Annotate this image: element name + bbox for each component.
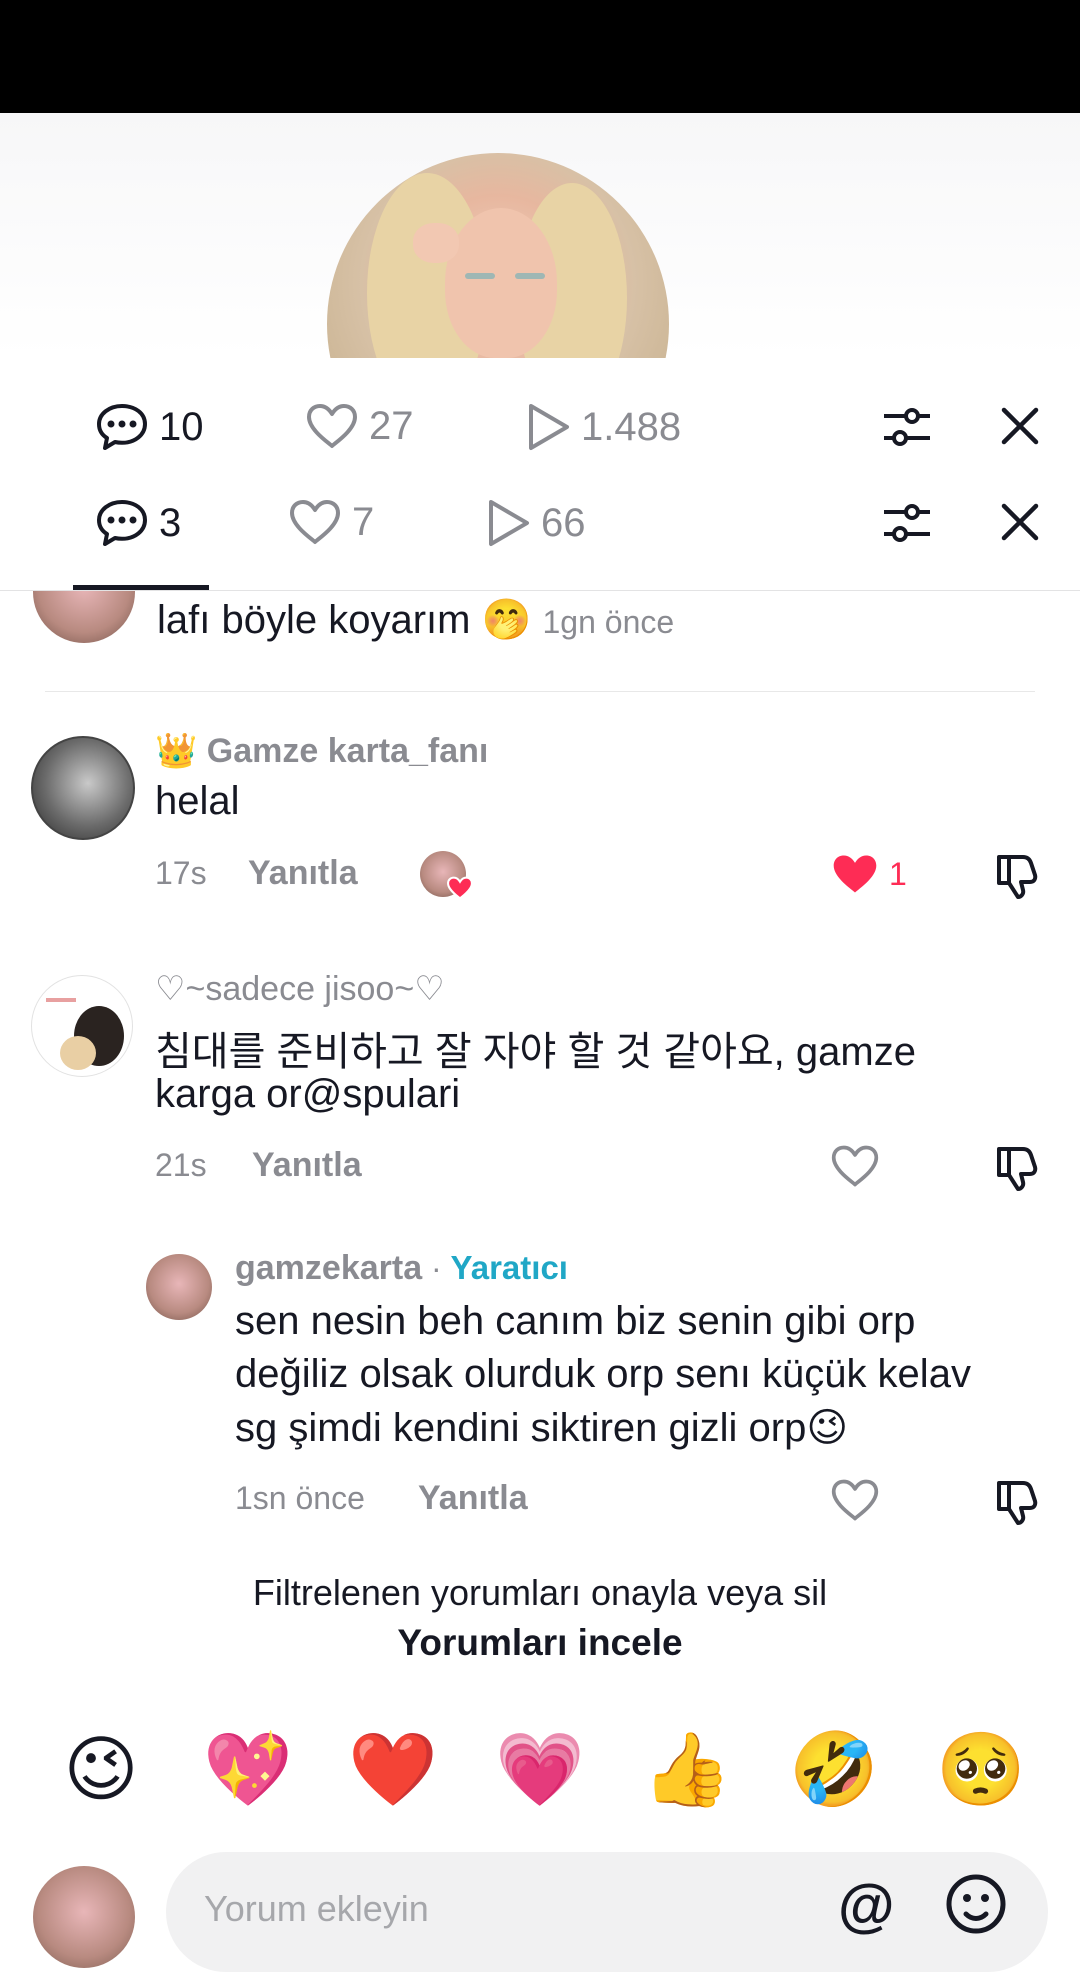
comment-icon [97, 404, 147, 450]
face-shape [445, 208, 557, 358]
reply-button[interactable]: Yanıtla [418, 1479, 528, 1518]
emoji-red-heart-button[interactable]: ❤️ [343, 1725, 443, 1815]
like-count: 7 [352, 499, 375, 544]
comment-body-line: 침대를 준비하고 잘 자야 할 것 같아요, gamze [155, 1030, 916, 1074]
emoji-pleading-button[interactable]: 🥺 [931, 1725, 1031, 1815]
emoji-picker-icon[interactable] [944, 1872, 1008, 1941]
comment-time: 1gn önce [542, 604, 675, 640]
filter-settings-icon[interactable] [882, 404, 932, 455]
comment-body-line: değiliz olsak olurduk orp senı küçük kel… [235, 1352, 971, 1396]
avatar[interactable] [31, 975, 133, 1077]
comment-time: 17s [155, 855, 207, 891]
view-count-main[interactable]: 1.488 [525, 402, 681, 452]
status-bar [0, 0, 1080, 113]
comment-body: helal [155, 779, 240, 823]
separator-dot: · [422, 1250, 451, 1286]
emoji-wink-button[interactable]: 😉 [51, 1725, 151, 1815]
dislike-icon[interactable] [993, 1141, 1043, 1191]
comment-list[interactable]: lafı böyle koyarım 🤭 1gn önce 👑 Gamze ka… [0, 591, 1080, 1681]
view-count: 1.488 [581, 404, 682, 449]
comment-body-line: karga or@spulari [155, 1072, 461, 1116]
heart-outline-icon[interactable] [830, 1143, 880, 1189]
like-count-main[interactable]: 27 [305, 402, 414, 450]
comment-username[interactable]: gamzekarta [235, 1249, 422, 1287]
reply-header: gamzekarta · Yaratıcı [235, 1249, 568, 1288]
reply-button[interactable]: Yanıtla [248, 854, 358, 893]
creator-heart-icon [447, 876, 473, 900]
comment-body-line: sg şimdi kendini siktiren gizli orp😉 [235, 1406, 849, 1450]
video-stats-row-main: 10 27 1.488 [0, 388, 1080, 468]
avatar[interactable] [31, 736, 135, 840]
comment-input-placeholder: Yorum ekleyin [204, 1888, 429, 1929]
comment-body-line: sen nesin beh canım biz senin gibi orp [235, 1299, 916, 1343]
active-tab-indicator [73, 585, 209, 590]
comment-count-tab[interactable]: 3 [95, 498, 181, 548]
emoji-thumbs-up-button[interactable]: 👍 [637, 1725, 737, 1815]
play-icon [529, 404, 569, 450]
video-thumbnail[interactable] [327, 153, 669, 358]
mention-icon[interactable]: @ [838, 1872, 895, 1939]
comment-count: 10 [159, 404, 204, 449]
close-icon[interactable] [1000, 406, 1040, 451]
filter-settings-icon[interactable] [882, 500, 932, 551]
eye-shape [465, 273, 495, 279]
hand-shape [413, 223, 459, 263]
comment-username[interactable]: 👑 Gamze karta_fanı [155, 731, 488, 771]
avatar[interactable] [146, 1254, 212, 1320]
user-avatar [33, 1866, 135, 1968]
heart-outline-icon [290, 500, 340, 544]
comment-time: 21s [155, 1147, 207, 1183]
heart-outline-icon [307, 404, 357, 448]
heart-outline-icon[interactable] [830, 1477, 880, 1523]
dislike-icon[interactable] [993, 1475, 1043, 1525]
view-count-tab[interactable]: 66 [485, 498, 586, 548]
quick-emoji-bar: 😉 💖 ❤️ 💗 👍 🤣 🥺 [0, 1725, 1080, 1815]
eye-shape [515, 273, 545, 279]
like-count-tab[interactable]: 7 [288, 498, 374, 546]
thumbnail-image [327, 153, 669, 358]
crown-badge-icon: 👑 [155, 732, 198, 770]
filtered-comments-notice: Filtrelenen yorumları onayla veya sil [252, 1572, 828, 1613]
avatar[interactable] [33, 591, 135, 643]
like-count: 27 [369, 403, 414, 448]
comment-icon [97, 500, 147, 546]
emoji-growing-heart-button[interactable]: 💗 [490, 1725, 590, 1815]
emoji-rofl-button[interactable]: 🤣 [784, 1725, 884, 1815]
comment-time: 1sn önce [235, 1480, 365, 1516]
dislike-icon[interactable] [993, 849, 1043, 899]
review-comments-link[interactable]: Yorumları incele [0, 1622, 1080, 1664]
comment-like-count: 1 [889, 856, 907, 892]
close-icon[interactable] [1000, 502, 1040, 547]
comment-count-main[interactable]: 10 [95, 402, 204, 452]
comment-body: lafı böyle koyarım 🤭 1gn önce [157, 598, 675, 642]
reply-button[interactable]: Yanıtla [252, 1146, 362, 1185]
comment-count: 3 [159, 500, 182, 545]
like-heart-filled-icon[interactable] [830, 851, 880, 897]
play-icon [489, 500, 529, 546]
comment-input[interactable]: Yorum ekleyin @ [166, 1852, 1048, 1972]
emoji-sparkling-heart-button[interactable]: 💖 [198, 1725, 298, 1815]
comment-divider [45, 691, 1035, 692]
video-stats-row-tab: 3 7 66 [0, 484, 1080, 564]
view-count: 66 [541, 500, 586, 545]
creator-badge: Yaratıcı [450, 1249, 568, 1286]
comment-username[interactable]: ♡~sadece jisoo~♡ [155, 969, 445, 1009]
